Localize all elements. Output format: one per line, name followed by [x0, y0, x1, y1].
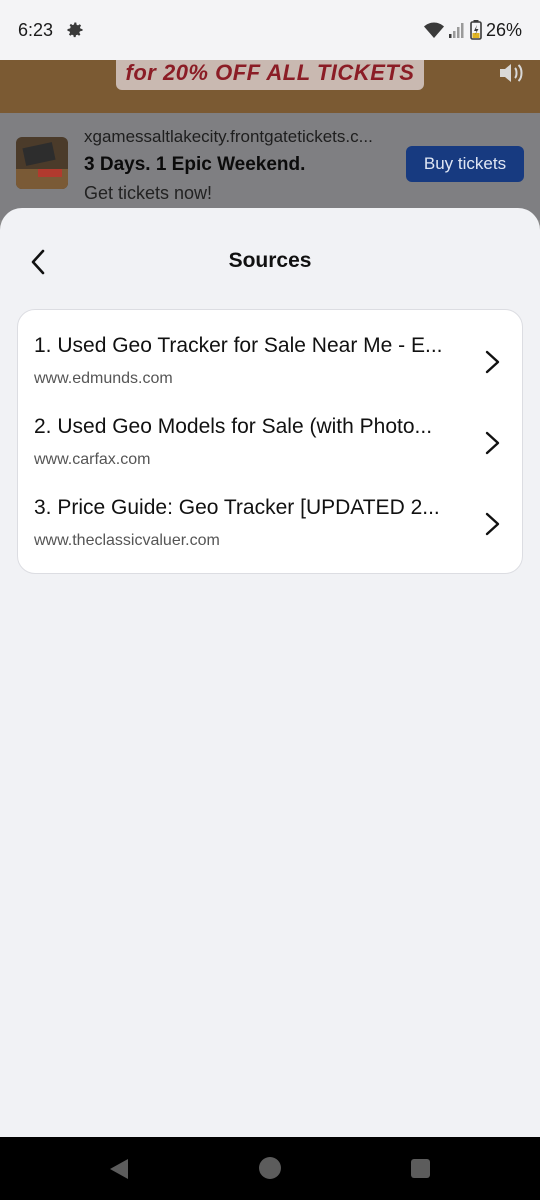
- chevron-right-icon: [485, 512, 500, 536]
- navigation-bar: [0, 1137, 540, 1200]
- ad-url: xgamessaltlakecity.frontgatetickets.c...: [84, 127, 373, 146]
- sheet-header: Sources: [0, 208, 540, 316]
- chevron-right-icon: [485, 431, 500, 455]
- nav-back-icon[interactable]: [107, 1157, 131, 1181]
- promo-badge: for 20% OFF ALL TICKETS: [116, 60, 424, 90]
- source-item[interactable]: 2. Used Geo Models for Sale (with Photo.…: [18, 391, 522, 472]
- source-title: 2. Used Geo Models for Sale (with Photo.…: [34, 415, 433, 438]
- screen: 6:23 26% for 20% OFF ALL TICKETS xgamess…: [0, 0, 540, 1200]
- chevron-right-icon: [485, 350, 500, 374]
- ad-thumbnail: [16, 137, 68, 189]
- battery-percent: 26%: [485, 19, 522, 40]
- settings-gear-icon: [67, 22, 83, 38]
- status-time: 6:23: [18, 19, 54, 40]
- promo-banner: for 20% OFF ALL TICKETS: [0, 60, 540, 113]
- buy-tickets-button[interactable]: Buy tickets: [406, 146, 524, 182]
- source-title: 1. Used Geo Tracker for Sale Near Me - E…: [34, 334, 443, 357]
- battery-charging-icon: [470, 20, 482, 40]
- ad-subtitle: Get tickets now!: [84, 183, 213, 203]
- source-domain: www.edmunds.com: [34, 370, 173, 387]
- promo-text: for 20% OFF ALL TICKETS: [125, 60, 415, 85]
- nav-home-icon[interactable]: [259, 1157, 281, 1179]
- sheet-title: Sources: [228, 249, 312, 272]
- source-item[interactable]: 1. Used Geo Tracker for Sale Near Me - E…: [18, 310, 522, 391]
- source-domain: www.carfax.com: [34, 451, 151, 468]
- speaker-icon: [500, 64, 523, 82]
- cell-signal-icon: [448, 23, 464, 38]
- nav-recents-icon[interactable]: [411, 1159, 430, 1178]
- source-domain: www.theclassicvaluer.com: [34, 532, 220, 549]
- status-icons: 26%: [423, 19, 522, 41]
- sources-list: 1. Used Geo Tracker for Sale Near Me - E…: [17, 309, 523, 574]
- source-item[interactable]: 3. Price Guide: Geo Tracker [UPDATED 2..…: [18, 472, 522, 553]
- ad-banner: xgamessaltlakecity.frontgatetickets.c...…: [0, 113, 540, 220]
- status-bar: 6:23 26%: [0, 0, 540, 60]
- wifi-icon: [423, 22, 444, 38]
- source-title: 3. Price Guide: Geo Tracker [UPDATED 2..…: [34, 496, 440, 519]
- sources-sheet: Sources 1. Used Geo Tracker for Sale Nea…: [0, 208, 540, 1137]
- ad-title: 3 Days. 1 Epic Weekend.: [84, 154, 306, 175]
- background-app: for 20% OFF ALL TICKETS xgamessaltlakeci…: [0, 60, 540, 220]
